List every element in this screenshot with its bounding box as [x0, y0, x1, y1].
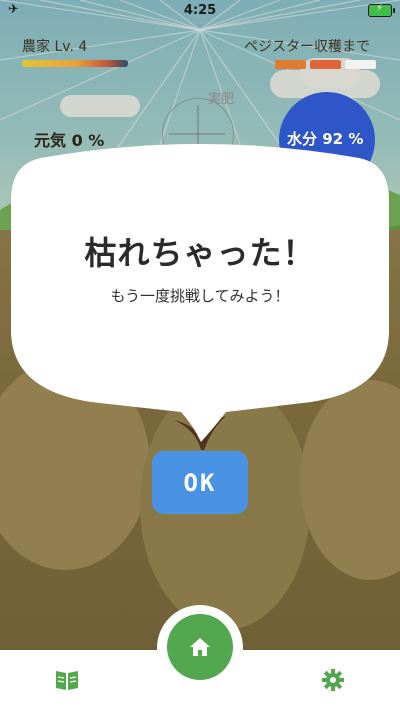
gear-icon[interactable]	[321, 668, 345, 692]
harvest-countdown-label: ペジスター収穫まで	[244, 39, 370, 55]
home-button[interactable]	[167, 614, 233, 680]
dialog-message: もう一度挑戦してみよう！	[110, 287, 290, 305]
book-icon[interactable]	[54, 668, 80, 692]
harvest-progress-segment	[345, 60, 376, 69]
status-time: 4:25	[183, 3, 217, 18]
level-progress-bar	[22, 60, 128, 67]
home-icon	[190, 638, 210, 656]
ok-button[interactable]: OK	[152, 451, 248, 514]
status-bar: ✈ 4:25 ⚡	[0, 0, 400, 20]
harvest-progress-segment	[310, 60, 341, 69]
farmer-level-label: 農家 Lv. 4	[22, 39, 88, 55]
harvest-progress-segment	[275, 60, 306, 69]
battery-icon: ⚡	[368, 3, 395, 17]
dialog-title: 枯れちゃった！	[84, 234, 316, 272]
